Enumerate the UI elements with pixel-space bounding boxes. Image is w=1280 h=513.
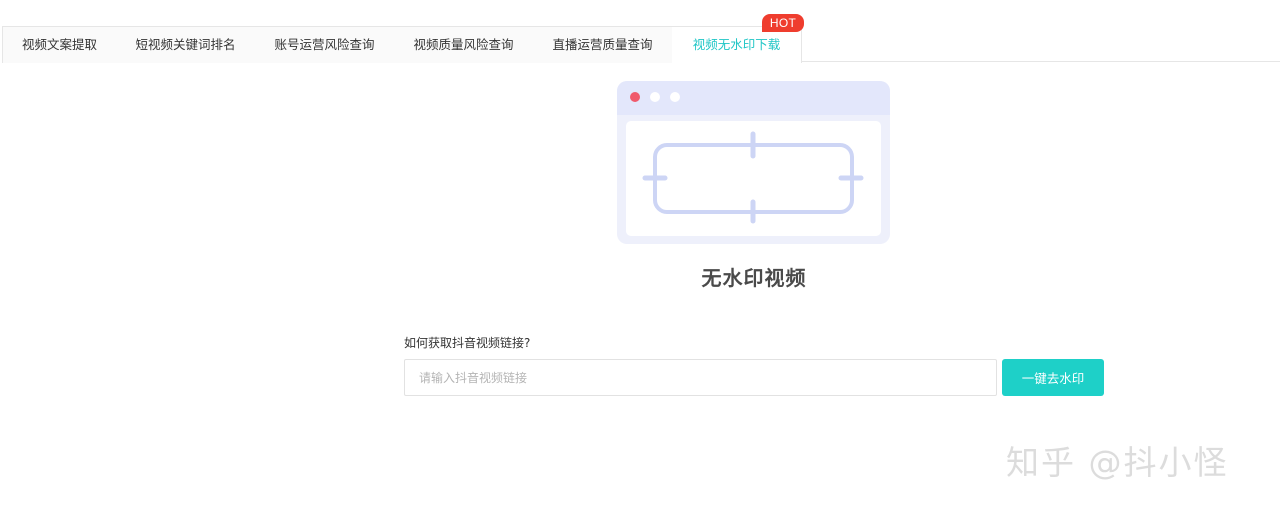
hot-badge: HOT — [762, 14, 804, 32]
tab-live-quality-query[interactable]: 直播运营质量查询 — [533, 26, 673, 63]
window-dot-minimize — [650, 92, 660, 102]
page-title: 无水印视频 — [701, 266, 807, 290]
remove-watermark-button[interactable]: 一键去水印 — [1002, 359, 1104, 396]
tab-bar: 视频文案提取 短视频关键词排名 账号运营风险查询 视频质量风险查询 直播运营质量… — [2, 26, 1280, 63]
video-url-input[interactable] — [404, 359, 997, 396]
watermark-text: 知乎 @抖小怪 — [1006, 443, 1229, 482]
tab-video-quality-risk-query[interactable]: 视频质量风险查询 — [394, 26, 534, 63]
help-link[interactable]: 如何获取抖音视频链接? — [404, 334, 530, 351]
tab-video-copy-extract[interactable]: 视频文案提取 — [2, 26, 117, 63]
browser-window-crop-icon — [617, 81, 890, 244]
window-dot-close — [630, 92, 640, 102]
tab-short-video-keyword-ranking[interactable]: 短视频关键词排名 — [116, 26, 256, 63]
tab-account-risk-query[interactable]: 账号运营风险查询 — [255, 26, 395, 63]
window-dot-maximize — [670, 92, 680, 102]
